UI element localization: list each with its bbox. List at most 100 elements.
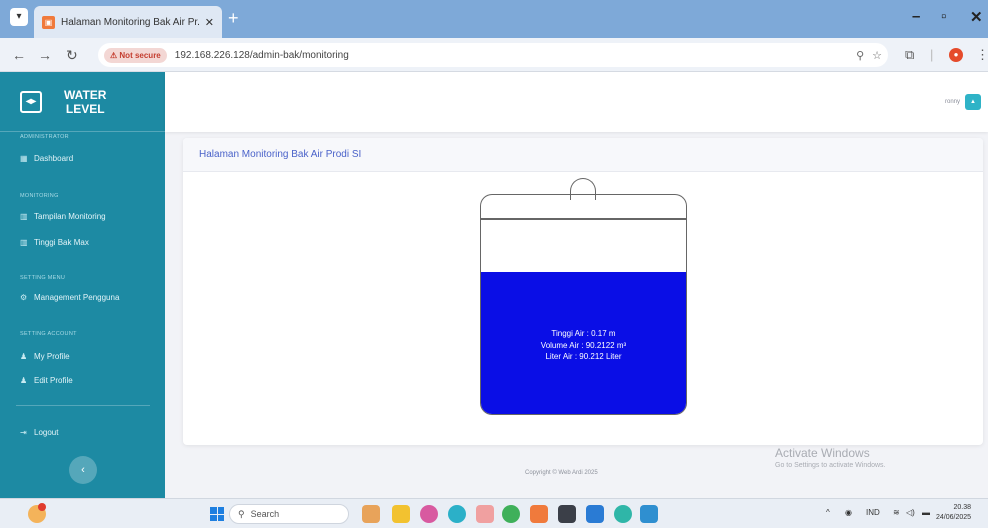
sidebar-toggle-button[interactable]: ‹ xyxy=(69,456,97,484)
section-label-monitoring: MONITORING xyxy=(20,193,59,199)
brand-line-2: LEVEL xyxy=(65,101,105,116)
file-explorer-icon[interactable] xyxy=(392,505,410,523)
user-edit-icon: ♟ xyxy=(20,376,28,385)
battery-icon[interactable]: ▬ xyxy=(922,508,930,517)
wifi-icon[interactable]: ≋ xyxy=(893,508,900,517)
sidebar-item-logout[interactable]: ⇥ Logout xyxy=(20,428,58,437)
sidebar-item-dashboard[interactable]: ▦ Dashboard xyxy=(20,154,73,163)
tray-chevron-icon[interactable]: ^ xyxy=(826,508,830,517)
profile-extension-icon[interactable]: ● xyxy=(949,48,963,62)
logout-icon: ⇥ xyxy=(20,428,27,437)
volume-icon[interactable]: ◁) xyxy=(906,508,915,517)
app-icon-1[interactable] xyxy=(420,505,438,523)
tank-lid xyxy=(480,194,687,218)
sidebar-item-label: Tampilan Monitoring xyxy=(34,212,106,221)
new-tab-button[interactable]: + xyxy=(228,9,239,27)
sidebar-item-label: Tinggi Bak Max xyxy=(34,238,89,247)
clock[interactable]: 20.38 24/06/2025 xyxy=(936,503,971,523)
start-button[interactable] xyxy=(210,507,224,521)
tab-title: Halaman Monitoring Bak Air Pr... xyxy=(61,16,199,28)
sidebar-item-tinggi-bak-max[interactable]: ▥ Tinggi Bak Max xyxy=(20,238,89,247)
not-secure-badge[interactable]: ⚠ Not secure xyxy=(104,47,167,63)
edge-icon[interactable] xyxy=(448,505,466,523)
watermark-subtitle: Go to Settings to activate Windows. xyxy=(775,462,886,469)
section-label-setting-account: SETTING ACCOUNT xyxy=(20,331,77,337)
widget-app-icon[interactable] xyxy=(362,505,380,523)
minimize-button[interactable]: – xyxy=(912,8,920,25)
monitoring-card: Halaman Monitoring Bak Air Prodi SI Ting… xyxy=(183,138,983,445)
close-window-button[interactable]: ✕ xyxy=(970,8,983,26)
clock-date: 24/06/2025 xyxy=(936,514,972,521)
sidebar-item-label: Management Pengguna xyxy=(34,293,120,302)
user-icon: ♟ xyxy=(20,352,28,361)
tab-close-icon[interactable]: ✕ xyxy=(205,16,214,29)
water-liter-text: Liter Air : 90.212 Liter xyxy=(545,352,622,361)
extensions-icon[interactable]: ⧉ xyxy=(905,47,914,63)
water-level-fill: Tinggi Air : 0.17 m Volume Air : 90.2122… xyxy=(481,272,686,414)
app-icon-4[interactable] xyxy=(614,505,632,523)
water-tank: Tinggi Air : 0.17 m Volume Air : 90.2122… xyxy=(480,218,687,415)
activate-windows-watermark: Activate Windows Go to Settings to activ… xyxy=(775,446,886,469)
watermark-title: Activate Windows xyxy=(775,446,870,460)
vscode-icon[interactable] xyxy=(586,505,604,523)
tank-readout: Tinggi Air : 0.17 m Volume Air : 90.2122… xyxy=(481,328,686,363)
water-volume-text: Volume Air : 90.2122 m³ xyxy=(540,340,627,350)
chart-icon: ▥ xyxy=(20,238,28,247)
section-label-setting-menu: SETTING MENU xyxy=(20,275,66,281)
browser-tab[interactable]: ▣ Halaman Monitoring Bak Air Pr... ✕ xyxy=(34,6,222,38)
forward-button[interactable]: → xyxy=(38,47,52,63)
chart-icon: ▥ xyxy=(20,212,28,221)
not-secure-label: Not secure xyxy=(119,50,161,60)
water-height-text: Tinggi Air : 0.17 m xyxy=(551,329,616,338)
sidebar-item-tampilan-monitoring[interactable]: ▥ Tampilan Monitoring xyxy=(20,212,106,221)
favicon-icon: ▣ xyxy=(42,15,55,29)
sidebar-item-label: Edit Profile xyxy=(34,376,73,385)
card-header: Halaman Monitoring Bak Air Prodi SI xyxy=(183,138,983,172)
username-label[interactable]: ronny xyxy=(945,99,960,105)
card-title: Halaman Monitoring Bak Air Prodi SI xyxy=(199,149,362,160)
avatar[interactable]: ▲ xyxy=(965,94,981,110)
section-label-administrator: ADMINISTRATOR xyxy=(20,134,69,140)
search-icon: ⚲ xyxy=(238,508,245,519)
clock-time: 20.38 xyxy=(953,504,972,511)
sidebar-item-management-pengguna[interactable]: ⚙ Management Pengguna xyxy=(20,293,119,302)
address-bar[interactable]: ⚠ Not secure 192.168.226.128/admin-bak/m… xyxy=(98,43,888,67)
browser-tab-bar: ▾ ▣ Halaman Monitoring Bak Air Pr... ✕ +… xyxy=(0,0,988,38)
terminal-icon[interactable] xyxy=(558,505,576,523)
sidebar-item-my-profile[interactable]: ♟ My Profile xyxy=(20,352,70,361)
taskbar: ⚲ Search ^ ◉ IND ≋ ◁) ▬ 20.38 24/06/2025 xyxy=(0,498,988,528)
address-toolbar: ← → ↻ ⚠ Not secure 192.168.226.128/admin… xyxy=(0,38,988,72)
brand[interactable]: ◂▸ WATER LEVEL xyxy=(0,72,165,132)
app-icon-2[interactable] xyxy=(476,505,494,523)
taskbar-search[interactable]: ⚲ Search xyxy=(229,504,349,524)
sidebar-item-label: My Profile xyxy=(34,352,70,361)
notification-badge xyxy=(38,503,46,511)
back-button[interactable]: ← xyxy=(12,47,26,63)
sidebar-item-label: Dashboard xyxy=(34,154,74,163)
brand-line-1: WATER xyxy=(64,87,107,102)
language-indicator[interactable]: IND xyxy=(866,508,880,517)
maximize-button[interactable]: ▫ xyxy=(941,8,946,25)
chrome-icon[interactable] xyxy=(502,505,520,523)
gear-icon: ⚙ xyxy=(20,293,28,302)
sidebar-item-label: Logout xyxy=(34,428,59,437)
bookmark-star-icon[interactable]: ☆ xyxy=(872,49,882,62)
tab-search-menu-icon[interactable]: ▾ xyxy=(10,8,28,26)
reload-button[interactable]: ↻ xyxy=(66,47,78,64)
dashboard-icon: ▦ xyxy=(20,154,28,163)
brand-name: WATER LEVEL xyxy=(64,88,106,116)
zoom-icon[interactable]: ⚲ xyxy=(856,49,864,62)
search-label: Search xyxy=(250,509,280,519)
browser-menu-icon[interactable]: ⋮ xyxy=(976,47,988,63)
topbar: ronny ▲ xyxy=(165,72,988,132)
app-icon-5[interactable] xyxy=(640,505,658,523)
footer-copyright: Copyright © Web Ardi 2025 xyxy=(525,470,598,476)
toolbar-divider: | xyxy=(930,47,934,62)
tray-app-icon[interactable]: ◉ xyxy=(845,508,852,517)
url-text[interactable]: 192.168.226.128/admin-bak/monitoring xyxy=(175,50,848,61)
sidebar-item-edit-profile[interactable]: ♟ Edit Profile xyxy=(20,376,73,385)
app-icon-3[interactable] xyxy=(530,505,548,523)
monitor-logo-icon: ◂▸ xyxy=(20,90,42,113)
sidebar-divider xyxy=(16,405,150,406)
sidebar: ◂▸ WATER LEVEL ADMINISTRATOR ▦ Dashboard… xyxy=(0,72,165,498)
